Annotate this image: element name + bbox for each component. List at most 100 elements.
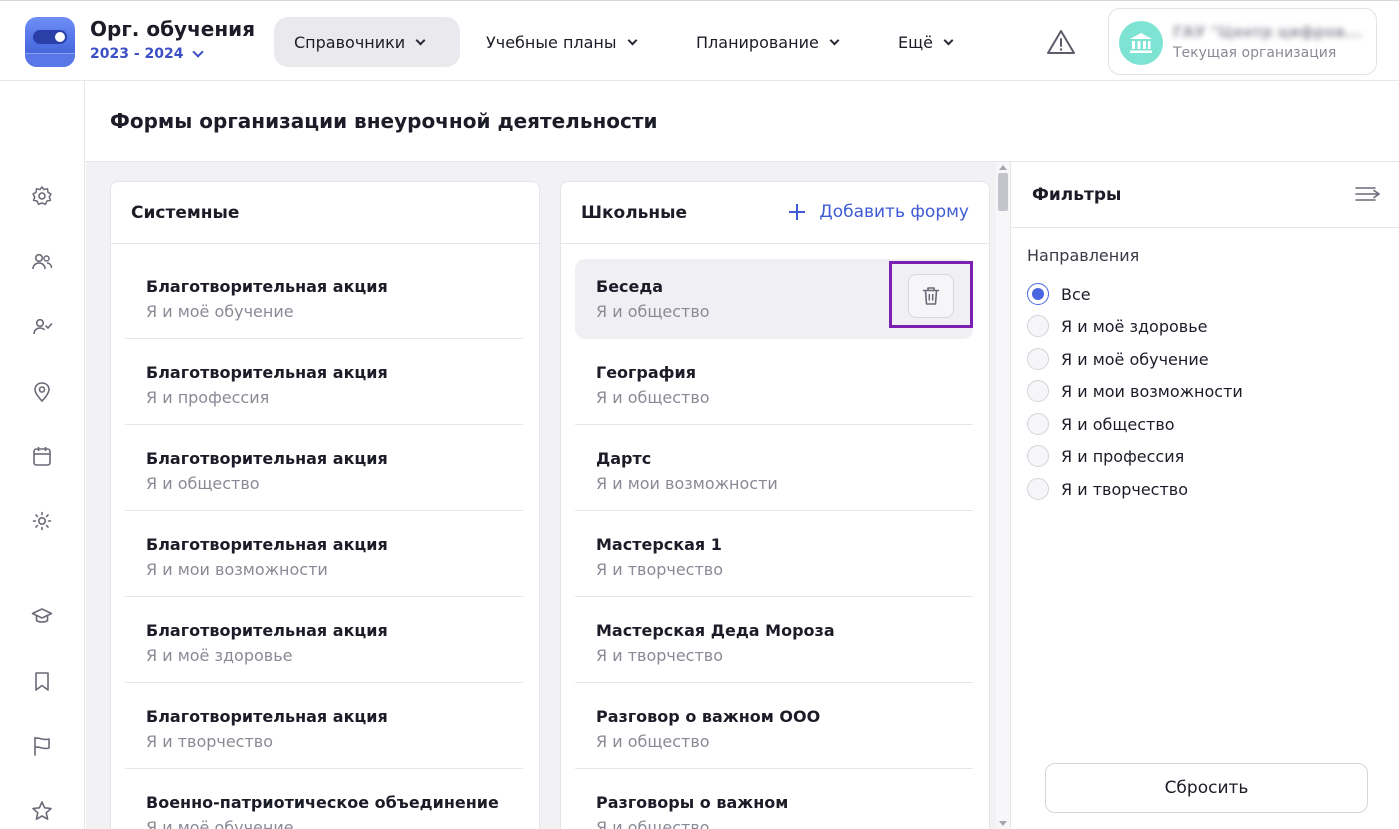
school-forms-card: Школьные Добавить форму Беседа Я и общес… [560,181,990,829]
item-name: Благотворительная акция [146,449,388,468]
nav-planning[interactable]: Планирование [676,17,858,67]
current-organization[interactable]: ГАУ "Центр цифров... Текущая организация [1108,8,1377,75]
app-logo[interactable] [25,17,75,67]
sun-icon[interactable] [31,510,53,532]
item-direction: Я и творчество [146,732,274,751]
organization-name: ГАУ "Центр цифров... [1173,23,1363,41]
radio-creativity[interactable]: Я и творчество [1027,478,1188,500]
radio-society[interactable]: Я и общество [1027,413,1175,435]
directions-label: Направления [1027,246,1140,265]
filters-header: Фильтры [1011,162,1399,228]
warning-icon[interactable] [1046,29,1076,55]
radio-dot [1027,478,1049,500]
list-item[interactable]: Разговор о важном ООО Я и общество [575,689,973,769]
item-direction: Я и общество [596,388,710,407]
item-name: Благотворительная акция [146,707,388,726]
side-rail [0,81,85,829]
add-form-button[interactable]: Добавить форму [789,202,969,222]
user-check-icon[interactable] [31,316,53,338]
collapse-panel-icon[interactable] [1355,184,1381,204]
chevron-down-icon [627,35,637,45]
radio-dot [1027,348,1049,370]
content-area: Системные Благотворительная акция Я и мо… [86,162,1010,829]
radio-label: Я и профессия [1061,446,1185,466]
delete-button[interactable] [908,274,954,318]
gear-icon[interactable] [31,185,53,207]
reset-button[interactable]: Сбросить [1045,763,1368,813]
content-scrollbar[interactable] [996,162,1010,829]
list-item[interactable]: Беседа Я и общество [575,259,973,339]
list-item[interactable]: Мастерская Деда Мороза Я и творчество [575,603,973,683]
calendar-icon[interactable] [31,445,53,467]
item-direction: Я и моё здоровье [146,646,293,665]
list-item[interactable]: Благотворительная акция Я и моё здоровье [125,603,523,683]
item-direction: Я и мои возможности [146,560,328,579]
scroll-up-arrow[interactable] [999,165,1007,170]
radio-opportunities[interactable]: Я и мои возможности [1027,380,1243,402]
system-forms-card: Системные Благотворительная акция Я и мо… [110,181,540,829]
add-form-label: Добавить форму [819,202,969,222]
scroll-down-arrow[interactable] [999,821,1007,826]
card-header: Школьные Добавить форму [561,182,989,244]
radio-dot [1027,283,1049,305]
item-direction: Я и моё обучение [146,302,294,321]
list-item[interactable]: Благотворительная акция Я и мои возможно… [125,517,523,597]
list-item[interactable]: Разговоры о важном Я и общество [575,775,973,829]
nav-label: Справочники [294,32,406,52]
item-name: Разговоры о важном [596,793,789,812]
item-name: Благотворительная акция [146,277,388,296]
chevron-down-icon [829,35,840,45]
card-title: Системные [131,203,240,223]
list-item[interactable]: Благотворительная акция Я и общество [125,431,523,511]
list-item[interactable]: Благотворительная акция Я и творчество [125,689,523,769]
item-direction: Я и моё обучение [146,818,294,829]
nav-label: Учебные планы [486,32,617,52]
filters-title: Фильтры [1032,185,1122,205]
item-direction: Я и общество [146,474,260,493]
year-label: 2023 - 2024 [90,46,184,62]
top-header: Орг. обучения 2023 - 2024 Справочники Уч… [0,0,1399,81]
item-direction: Я и мои возможности [596,474,778,493]
list-item[interactable]: География Я и общество [575,345,973,425]
list-item[interactable]: Благотворительная акция Я и моё обучение [125,259,523,339]
item-direction: Я и творчество [596,646,724,665]
list-item[interactable]: Благотворительная акция Я и профессия [125,345,523,425]
chevron-down-icon [415,35,426,45]
graduation-cap-icon[interactable] [31,605,53,627]
item-direction: Я и общество [596,818,710,829]
users-icon[interactable] [31,251,53,273]
star-icon[interactable] [31,800,53,822]
scroll-thumb[interactable] [998,173,1008,211]
bookmark-icon[interactable] [31,670,53,692]
radio-label: Я и творчество [1061,479,1189,499]
filters-panel: Фильтры Направления Все Я и моё здоровье… [1010,162,1399,829]
nav-directories[interactable]: Справочники [274,17,460,67]
bank-icon [1119,21,1163,65]
item-direction: Я и общество [596,732,710,751]
radio-health[interactable]: Я и моё здоровье [1027,315,1207,337]
year-selector[interactable]: 2023 - 2024 [90,46,204,62]
item-name: Мастерская Деда Мороза [596,621,835,640]
radio-dot [1027,445,1049,467]
page-title-bar: Формы организации внеурочной деятельност… [85,81,1399,162]
item-name: Военно-патриотическое объединение [146,793,499,812]
radio-education[interactable]: Я и моё обучение [1027,348,1209,370]
nav-more[interactable]: Ещё [878,17,972,67]
item-name: География [596,363,697,382]
card-title: Школьные [581,203,688,223]
radio-label: Все [1061,284,1091,304]
chevron-down-icon [191,46,204,58]
item-name: Благотворительная акция [146,535,388,554]
location-pin-icon[interactable] [31,381,53,403]
item-name: Дартс [596,449,652,468]
nav-curricula[interactable]: Учебные планы [466,17,656,67]
flag-icon[interactable] [31,735,53,757]
list-item[interactable]: Мастерская 1 Я и творчество [575,517,973,597]
list-item[interactable]: Военно-патриотическое объединение Я и мо… [125,775,523,829]
item-direction: Я и профессия [146,388,270,407]
plus-icon [789,204,806,220]
radio-all[interactable]: Все [1027,283,1091,305]
list-item[interactable]: Дартс Я и мои возможности [575,431,973,511]
delete-highlight [889,261,973,328]
radio-profession[interactable]: Я и профессия [1027,445,1184,467]
